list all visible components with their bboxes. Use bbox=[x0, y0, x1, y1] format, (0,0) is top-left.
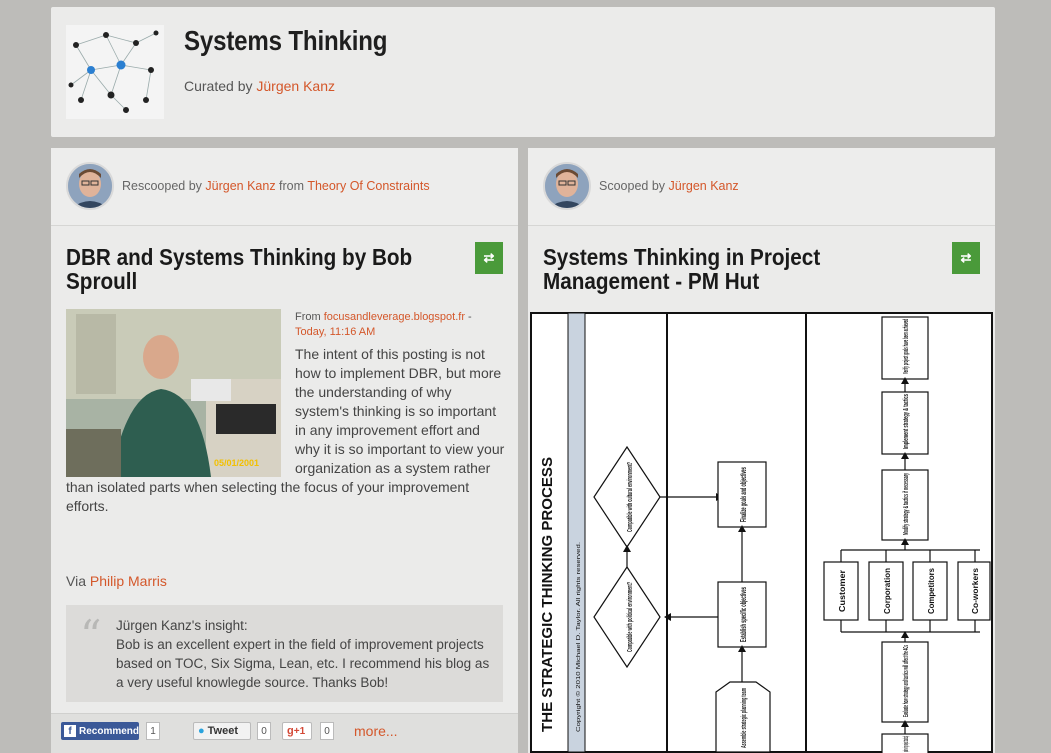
page-title: Systems Thinking bbox=[184, 25, 388, 56]
network-thumbnail[interactable] bbox=[66, 25, 164, 119]
tweet-button[interactable]: ● Tweet bbox=[193, 722, 251, 740]
google-plus-icon: g bbox=[287, 725, 294, 737]
diagram-box-goals: Finalize goals and objectives bbox=[739, 467, 748, 522]
post-excerpt: The intent of this posting is not how to… bbox=[66, 346, 505, 514]
rescoop-button[interactable]: ⇄ bbox=[952, 242, 980, 274]
card-byline: Scooped by Jürgen Kanz bbox=[528, 148, 995, 226]
diagram-box-implement: Implement strategy & tactics bbox=[903, 394, 910, 449]
google-plus-button[interactable]: g +1 bbox=[282, 722, 312, 740]
gplus-count: 0 bbox=[320, 722, 334, 740]
diagram-decision-cultural: Compatible with cultural environment? bbox=[627, 462, 634, 532]
insight-label: Jürgen Kanz's insight: bbox=[116, 618, 248, 633]
facebook-icon: f bbox=[64, 725, 76, 737]
share-bar: f Recommend 1 ● Tweet 0 g +1 0 more... bbox=[51, 713, 518, 753]
diagram-decision-political: Compatible with political environment? bbox=[627, 582, 634, 652]
post-date[interactable]: Today, 11:16 AM bbox=[295, 326, 375, 338]
curated-by: Curated by Jürgen Kanz bbox=[184, 78, 335, 94]
scoop-card-dbr: Rescooped by Jürgen Kanz from Theory Of … bbox=[51, 148, 518, 753]
diagram-box-objectives: Establish specific objectives bbox=[739, 587, 748, 642]
network-graph-icon bbox=[68, 30, 159, 113]
scooper-link[interactable]: Jürgen Kanz bbox=[669, 179, 739, 193]
diagram-box-modify: Modify strategy & tactics if necessary bbox=[903, 473, 910, 535]
diagram-4c-corporation: Corporation bbox=[883, 568, 892, 614]
diagram-box-plan: plan ving roject tactics) bbox=[903, 736, 910, 752]
diagram-hex-assemble: Assemble strategic planning team bbox=[741, 688, 748, 748]
user-avatar-icon bbox=[68, 164, 112, 208]
via-user-link[interactable]: Philip Marris bbox=[90, 573, 167, 589]
quote-icon: “ bbox=[80, 611, 102, 660]
diagram-box-verify: Verify project goals have been achieved bbox=[903, 319, 910, 374]
diagram-4c-customer: Customer bbox=[838, 570, 847, 612]
curator-insight: “ Jürgen Kanz's insight: Bob is an excel… bbox=[66, 605, 503, 702]
diagram-copyright: Copyright © 2010 Michael D. Taylor. All … bbox=[575, 542, 582, 732]
post-title[interactable]: Systems Thinking in Project Management -… bbox=[543, 245, 903, 293]
avatar[interactable] bbox=[543, 162, 591, 210]
diagram-4c-coworkers: Co-workers bbox=[971, 567, 980, 614]
byline-text: Rescooped by Jürgen Kanz from Theory Of … bbox=[122, 179, 430, 193]
via-credit: Via Philip Marris bbox=[66, 573, 167, 589]
process-flowchart: THE STRATEGIC THINKING PROCESS Copyright… bbox=[530, 312, 993, 753]
rescoop-icon: ⇄ bbox=[960, 250, 972, 265]
facebook-recommend-button[interactable]: f Recommend bbox=[61, 722, 139, 740]
tweet-count: 0 bbox=[257, 722, 271, 740]
rescoop-icon: ⇄ bbox=[483, 250, 495, 265]
diagram-4c-competitors: Competitors bbox=[927, 567, 936, 614]
diagram-heading: THE STRATEGIC THINKING PROCESS bbox=[539, 457, 556, 732]
recommend-count: 1 bbox=[146, 722, 160, 740]
strategic-thinking-diagram[interactable]: THE STRATEGIC THINKING PROCESS Copyright… bbox=[530, 312, 993, 753]
diagram-box-evaluate: Evaluate how strategy and tactics will a… bbox=[903, 645, 910, 717]
rescooper-link[interactable]: Jürgen Kanz bbox=[205, 179, 275, 193]
post-title[interactable]: DBR and Systems Thinking by Bob Sproull bbox=[66, 245, 426, 293]
insight-text: Bob is an excellent expert in the field … bbox=[116, 637, 490, 690]
topic-header: Systems Thinking Curated by Jürgen Kanz bbox=[51, 7, 995, 137]
curator-link[interactable]: Jürgen Kanz bbox=[256, 78, 335, 94]
source-domain-link[interactable]: focusandleverage.blogspot.fr bbox=[324, 311, 465, 323]
source-info: From focusandleverage.blogspot.fr - Toda… bbox=[295, 311, 472, 338]
scoop-card-pmhut: Scooped by Jürgen Kanz Systems Thinking … bbox=[528, 148, 995, 753]
source-topic-link[interactable]: Theory Of Constraints bbox=[307, 179, 429, 193]
rescoop-button[interactable]: ⇄ bbox=[475, 242, 503, 274]
more-share-link[interactable]: more... bbox=[354, 723, 398, 739]
user-avatar-icon bbox=[545, 164, 589, 208]
twitter-bird-icon: ● bbox=[198, 725, 205, 737]
card-byline: Rescooped by Jürgen Kanz from Theory Of … bbox=[51, 148, 518, 226]
avatar[interactable] bbox=[66, 162, 114, 210]
byline-text: Scooped by Jürgen Kanz bbox=[599, 179, 739, 193]
